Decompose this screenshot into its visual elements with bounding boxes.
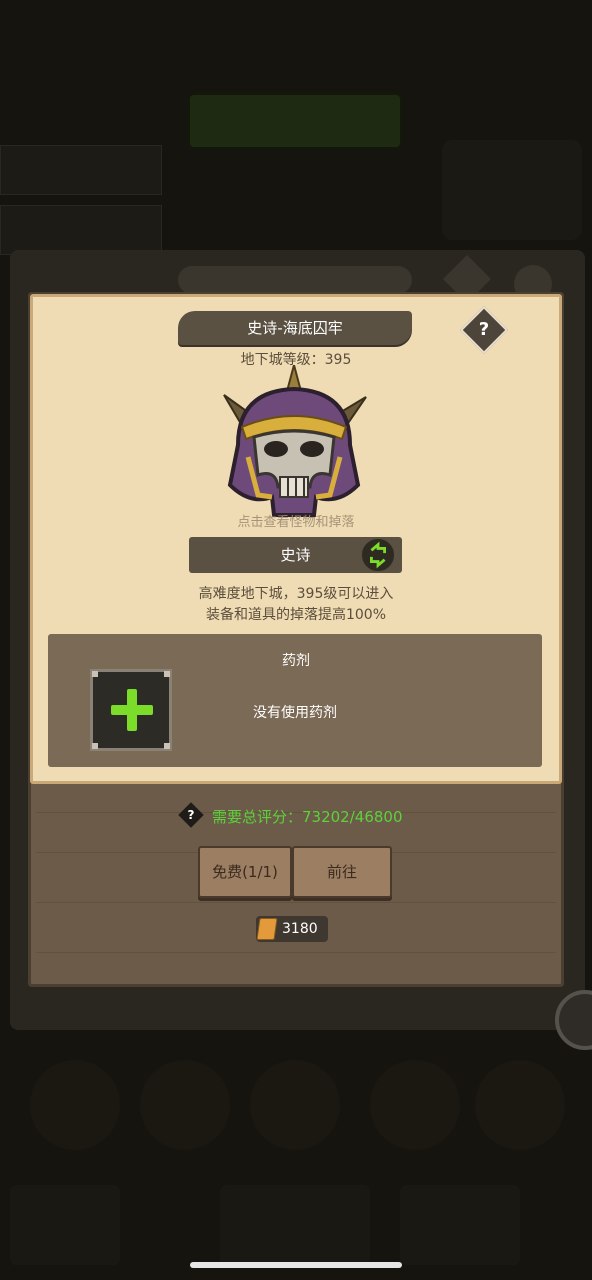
background-banner xyxy=(190,95,400,147)
background-tab xyxy=(400,1185,520,1265)
background-menu-icon xyxy=(30,1060,120,1150)
dungeon-boss-helmet-icon[interactable] xyxy=(218,365,370,523)
background-panel xyxy=(0,145,162,195)
background-tab xyxy=(220,1185,370,1265)
potion-title: 药剂 xyxy=(282,653,310,669)
background-menu-icon xyxy=(475,1060,565,1150)
cost-value: 3180 xyxy=(282,921,318,937)
dungeon-description-line2: 装备和道具的掉落提高100% xyxy=(205,607,387,623)
free-entry-button[interactable]: 免费(1/1) xyxy=(198,846,292,898)
background-tab xyxy=(10,1185,120,1265)
potion-empty-text: 没有使用药剂 xyxy=(253,705,337,721)
background-menu-icon xyxy=(140,1060,230,1150)
cycle-difficulty-icon[interactable] xyxy=(361,538,395,572)
background-menu-icon xyxy=(250,1060,340,1150)
question-icon[interactable]: ? xyxy=(467,313,501,347)
outer-dialog-tab xyxy=(178,266,412,294)
dungeon-description-line1: 高难度地下城，395级可以进入 xyxy=(198,586,394,602)
home-indicator[interactable] xyxy=(190,1262,402,1268)
required-score-text: 需要总评分：73202/46800 xyxy=(212,808,403,826)
background-menu-icon xyxy=(370,1060,460,1150)
background-decoration xyxy=(442,140,582,240)
add-potion-button[interactable] xyxy=(90,669,172,751)
dungeon-title: 史诗-海底囚牢 xyxy=(178,311,412,345)
view-monsters-hint[interactable]: 点击查看怪物和掉落 xyxy=(0,511,592,530)
question-icon[interactable]: ? xyxy=(182,806,200,824)
scroll-icon xyxy=(256,918,278,940)
background-panel xyxy=(0,205,162,255)
go-button[interactable]: 前往 xyxy=(292,846,392,898)
